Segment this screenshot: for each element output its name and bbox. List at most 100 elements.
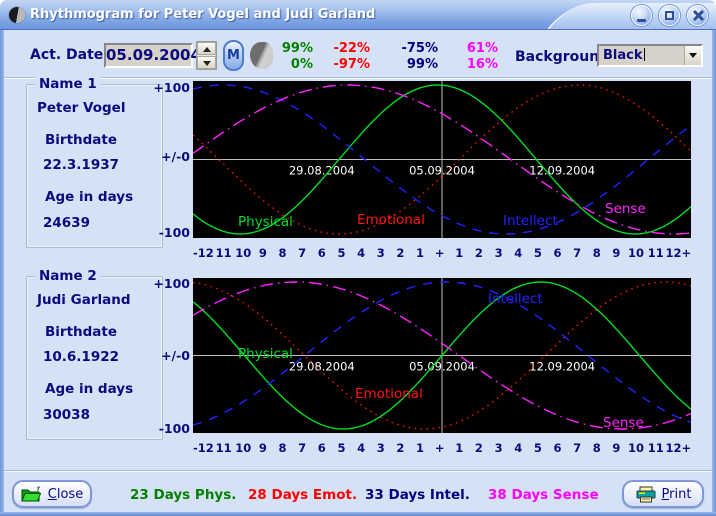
name1-panel-legend: Name 1 [35, 76, 101, 92]
x-axis-tick: 7 [298, 246, 307, 260]
x-axis-tick: 8 [592, 441, 601, 455]
x-axis-tick: 9 [612, 441, 621, 455]
sense-cycle-text: 38 Days Sense [488, 487, 599, 503]
x-axis-tick: 6 [553, 441, 562, 455]
x-axis-tick: 4 [514, 441, 523, 455]
x-axis-tick: 12+ [665, 441, 692, 455]
person1-age-label: Age in days [45, 189, 134, 205]
x-axis-tick: 11 [647, 441, 664, 455]
x-axis-days-1: -12 11 10 9 8 7 6 5 4 3 2 1 +1 2 3 4 5 6 7 8 9 10 11 12+ [193, 246, 691, 262]
x-axis-tick: 7 [573, 441, 582, 455]
person2-age-label: Age in days [45, 381, 134, 397]
window-frame-left [0, 30, 4, 516]
x-axis-tick: 2 [474, 441, 483, 455]
biorhythm-chart-person1: 29.08.2004 05.09.2004 12.09.2004 Physical Em… [193, 81, 691, 238]
close-window-button[interactable] [687, 5, 708, 26]
x-axis-tick: 3 [494, 441, 503, 455]
y-axis-zero-1: +/-0 [161, 149, 190, 164]
x-axis-tick: 1 [455, 441, 464, 455]
x-axis-tick: 2 [396, 441, 405, 455]
y-axis-minus100-2: -100 [158, 421, 190, 436]
x-axis-tick: 8 [592, 246, 601, 260]
person1-birthdate-label: Birthdate [45, 132, 118, 148]
svg-text:29.08.2004: 29.08.2004 [289, 164, 355, 178]
biorhythm-percent: -22% [333, 41, 370, 56]
name1-panel: Name 1 Peter Vogel Birthdate 22.3.1937 A… [26, 76, 163, 248]
window-title: Rhythmogram for Peter Vogel and Judi Gar… [30, 7, 376, 22]
window-frame-right [712, 30, 716, 516]
x-axis-tick: 1 [455, 246, 464, 260]
minimize-button[interactable] [631, 5, 652, 26]
close-button[interactable]: Close [12, 480, 92, 508]
x-axis-tick: 10 [235, 246, 252, 260]
svg-text:Physical: Physical [238, 346, 293, 362]
title-bar: Rhythmogram for Peter Vogel and Judi Gar… [0, 0, 716, 30]
moon-m-button[interactable]: M [223, 40, 244, 71]
dropdown-arrow-button[interactable] [684, 46, 701, 65]
print-button-label: Print [661, 486, 692, 502]
phys-cycle-text: 23 Days Phys. [130, 487, 237, 503]
act-date-label: Act. Date [30, 47, 104, 63]
x-axis-tick: 11 [647, 246, 664, 260]
svg-text:12.09.2004: 12.09.2004 [529, 164, 595, 178]
maximize-button[interactable] [659, 5, 680, 26]
x-axis-tick: 8 [278, 246, 287, 260]
svg-text:29.08.2004: 29.08.2004 [289, 360, 355, 374]
x-axis-tick: 5 [337, 441, 346, 455]
biorhythm-percent: 16% [466, 57, 498, 72]
x-axis-tick: 6 [317, 246, 326, 260]
biorhythm-percent: 0% [290, 57, 313, 72]
x-axis-tick: + [434, 246, 445, 260]
close-button-label: Close [47, 486, 84, 502]
background-select[interactable]: Black [597, 44, 703, 67]
print-button[interactable]: Print [622, 480, 704, 508]
person1-birthdate: 22.3.1937 [43, 157, 120, 173]
svg-text:05.09.2004: 05.09.2004 [409, 164, 475, 178]
x-axis-tick: 2 [396, 246, 405, 260]
person2-birthdate-label: Birthdate [45, 324, 118, 340]
intel-cycle-text: 33 Days Intel. [365, 487, 470, 503]
svg-text:Intellect: Intellect [503, 213, 558, 229]
spin-down-button[interactable] [197, 56, 216, 69]
text-caret [643, 48, 645, 61]
x-axis-tick: 10 [628, 441, 645, 455]
x-axis-tick: 9 [612, 246, 621, 260]
biorhythm-percent: -97% [333, 57, 370, 72]
x-axis-tick: 2 [474, 246, 483, 260]
percent-grid: 99% -22% -75% 61% 0% -97% 99% 16% [270, 41, 498, 73]
svg-text:Emotional: Emotional [357, 212, 425, 228]
x-axis-tick: 1 [416, 441, 425, 455]
name2-panel-legend: Name 2 [35, 268, 101, 284]
x-axis-tick: -12 [193, 246, 214, 260]
y-axis-plus100-2: +100 [153, 276, 190, 291]
x-axis-tick: 4 [357, 246, 366, 260]
x-axis-tick: 11 [215, 441, 232, 455]
y-axis-zero-2: +/-0 [161, 348, 190, 363]
svg-text:Sense: Sense [603, 415, 644, 431]
x-axis-tick: 8 [278, 441, 287, 455]
x-axis-tick: 10 [628, 246, 645, 260]
svg-text:Intellect: Intellect [488, 291, 543, 307]
svg-text:Emotional: Emotional [355, 386, 423, 402]
x-axis-tick: 10 [235, 441, 252, 455]
minimize-icon [637, 19, 646, 22]
x-axis-tick: 11 [215, 246, 232, 260]
open-folder-icon [21, 485, 42, 501]
svg-text:Sense: Sense [605, 201, 646, 217]
x-axis-tick: 4 [357, 441, 366, 455]
rhythmogram-window: Rhythmogram for Peter Vogel and Judi Gar… [0, 0, 716, 516]
spin-up-button[interactable] [197, 42, 216, 55]
printer-icon [636, 486, 656, 502]
x-axis-tick: 6 [553, 246, 562, 260]
person1-name: Peter Vogel [37, 100, 126, 116]
x-axis-tick: 5 [337, 246, 346, 260]
svg-text:Physical: Physical [238, 214, 293, 230]
x-axis-tick: 3 [494, 246, 503, 260]
x-axis-tick: 5 [533, 246, 542, 260]
x-axis-tick: -12 [193, 441, 214, 455]
act-date-field[interactable]: 05.09.2004 [104, 43, 201, 68]
x-axis-tick: 12+ [665, 246, 692, 260]
x-axis-tick: 7 [573, 246, 582, 260]
arrow-up-icon [203, 47, 211, 52]
x-axis-tick: 3 [376, 441, 385, 455]
